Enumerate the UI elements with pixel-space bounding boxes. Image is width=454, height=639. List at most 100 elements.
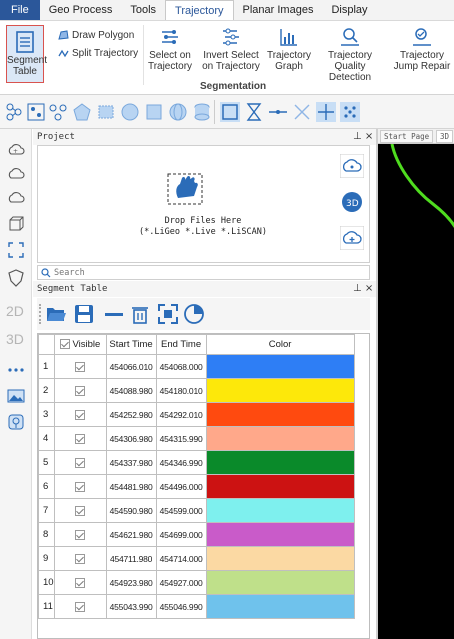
invert-select-button[interactable]: Invert Select on Trajectory [198,26,264,72]
menu-trajectory[interactable]: Trajectory [165,0,234,20]
jump-repair-button[interactable]: Trajectory Jump Repair [392,26,452,72]
end-time-cell[interactable]: 454068.000 [155,354,207,379]
table-row[interactable]: 9 454711.980 454714.000 [38,546,355,571]
node-tree-icon[interactable] [4,102,24,122]
segment-table-pin-close[interactable]: ⊥ × [353,283,373,294]
start-time-cell[interactable]: 454711.980 [105,546,157,571]
start-time-cell[interactable]: 454066.010 [105,354,157,379]
color-cell[interactable] [205,498,355,523]
cloud-open-icon[interactable] [340,154,364,178]
quality-detection-button[interactable]: Trajectory Quality Detection [314,26,386,83]
table-row[interactable]: 1 454066.010 454068.000 [38,354,355,379]
table-row[interactable]: 7 454590.980 454599.000 [38,498,355,523]
visible-checkbox[interactable] [75,505,86,516]
header-end-time[interactable]: End Time [155,334,207,355]
color-cell[interactable] [205,570,355,595]
visible-checkbox[interactable] [75,433,86,444]
cross-icon[interactable] [292,102,312,122]
color-cell[interactable] [205,426,355,451]
table-row[interactable]: 2 454088.980 454180.010 [38,378,355,403]
start-time-cell[interactable]: 454621.980 [105,522,157,547]
pentagon-icon[interactable] [72,102,92,122]
visible-checkbox[interactable] [75,409,86,420]
view-3d-canvas[interactable] [378,144,454,639]
color-cell[interactable] [205,594,355,619]
start-time-cell[interactable]: 454252.980 [105,402,157,427]
view-3d-icon[interactable]: 3D [340,190,364,214]
visible-checkbox[interactable] [75,385,86,396]
table-row[interactable]: 11 455043.990 455046.990 [38,594,355,619]
open-folder-icon[interactable] [45,303,67,325]
start-time-cell[interactable]: 454590.980 [105,498,157,523]
square-icon[interactable] [144,102,164,122]
cloud-add-icon[interactable]: + [7,141,25,159]
expand-icon[interactable] [157,303,179,325]
dots-icon[interactable] [7,361,25,379]
table-row[interactable]: 4 454306.980 454315.990 [38,426,355,451]
location-icon[interactable] [7,413,25,431]
end-time-cell[interactable]: 454315.990 [155,426,207,451]
project-panel-pin-close[interactable]: ⊥ × [353,131,373,142]
shield-view-icon[interactable] [7,269,25,287]
visible-cell[interactable] [53,546,107,571]
save-icon[interactable] [73,303,95,325]
end-time-cell[interactable]: 454927.000 [155,570,207,595]
visible-cell[interactable] [53,474,107,499]
end-time-cell[interactable]: 455046.990 [155,594,207,619]
visible-cell[interactable] [53,498,107,523]
visible-cell[interactable] [53,402,107,427]
hourglass-icon[interactable] [244,102,264,122]
circle-icon[interactable] [120,102,140,122]
cube-icon[interactable] [7,215,25,233]
end-time-cell[interactable]: 454714.000 [155,546,207,571]
fullscreen-icon[interactable] [7,241,25,259]
visible-checkbox[interactable] [75,457,86,468]
table-row[interactable]: 10 454923.980 454927.000 [38,570,355,595]
visible-cell[interactable] [53,378,107,403]
color-cell[interactable] [205,546,355,571]
visible-cell[interactable] [53,354,107,379]
menu-display[interactable]: Display [322,0,376,20]
menu-tools[interactable]: Tools [121,0,165,20]
start-time-cell[interactable]: 454337.980 [105,450,157,475]
start-time-cell[interactable]: 455043.990 [105,594,157,619]
cloud-dem-icon[interactable] [7,165,25,183]
scatter-select-icon[interactable] [340,102,360,122]
visible-checkbox[interactable] [75,529,86,540]
menu-planar-images[interactable]: Planar Images [234,0,323,20]
start-time-cell[interactable]: 454088.980 [105,378,157,403]
color-cell[interactable] [205,354,355,379]
grid-points-icon[interactable] [26,102,46,122]
tab-start-page[interactable]: Start Page [380,130,434,143]
search-input[interactable] [54,267,354,278]
visible-all-checkbox[interactable] [59,339,70,350]
color-cell[interactable] [205,378,355,403]
segment-table-button[interactable]: Segment Table [6,25,47,83]
move-arrows-icon[interactable] [316,102,336,122]
visible-checkbox[interactable] [75,553,86,564]
remove-icon[interactable] [103,303,125,325]
header-start-time[interactable]: Start Time [105,334,157,355]
visible-cell[interactable] [53,426,107,451]
cylinder-icon[interactable] [192,102,212,122]
draw-polygon-button[interactable]: Draw Polygon [58,30,134,41]
end-time-cell[interactable]: 454292.010 [155,402,207,427]
color-cell[interactable] [205,450,355,475]
start-time-cell[interactable]: 454923.980 [105,570,157,595]
node-branch-icon[interactable] [48,102,68,122]
table-row[interactable]: 5 454337.980 454346.990 [38,450,355,475]
visible-checkbox[interactable] [75,361,86,372]
view-2d-label[interactable]: 2D [6,303,24,319]
view-3d-label[interactable]: 3D [6,331,24,347]
split-trajectory-button[interactable]: Split Trajectory [58,48,138,59]
line-icon[interactable] [268,102,288,122]
project-drop-area[interactable]: Drop Files Here (*.LiGeo *.Live *.LiSCAN… [37,145,370,263]
header-visible[interactable]: Visible [53,334,107,355]
sphere-icon[interactable] [168,102,188,122]
start-time-cell[interactable]: 454481.980 [105,474,157,499]
visible-checkbox[interactable] [75,481,86,492]
visible-checkbox[interactable] [75,601,86,612]
trajectory-graph-button[interactable]: Trajectory Graph [266,26,312,72]
color-cell[interactable] [205,402,355,427]
menu-geo-process[interactable]: Geo Process [40,0,122,20]
